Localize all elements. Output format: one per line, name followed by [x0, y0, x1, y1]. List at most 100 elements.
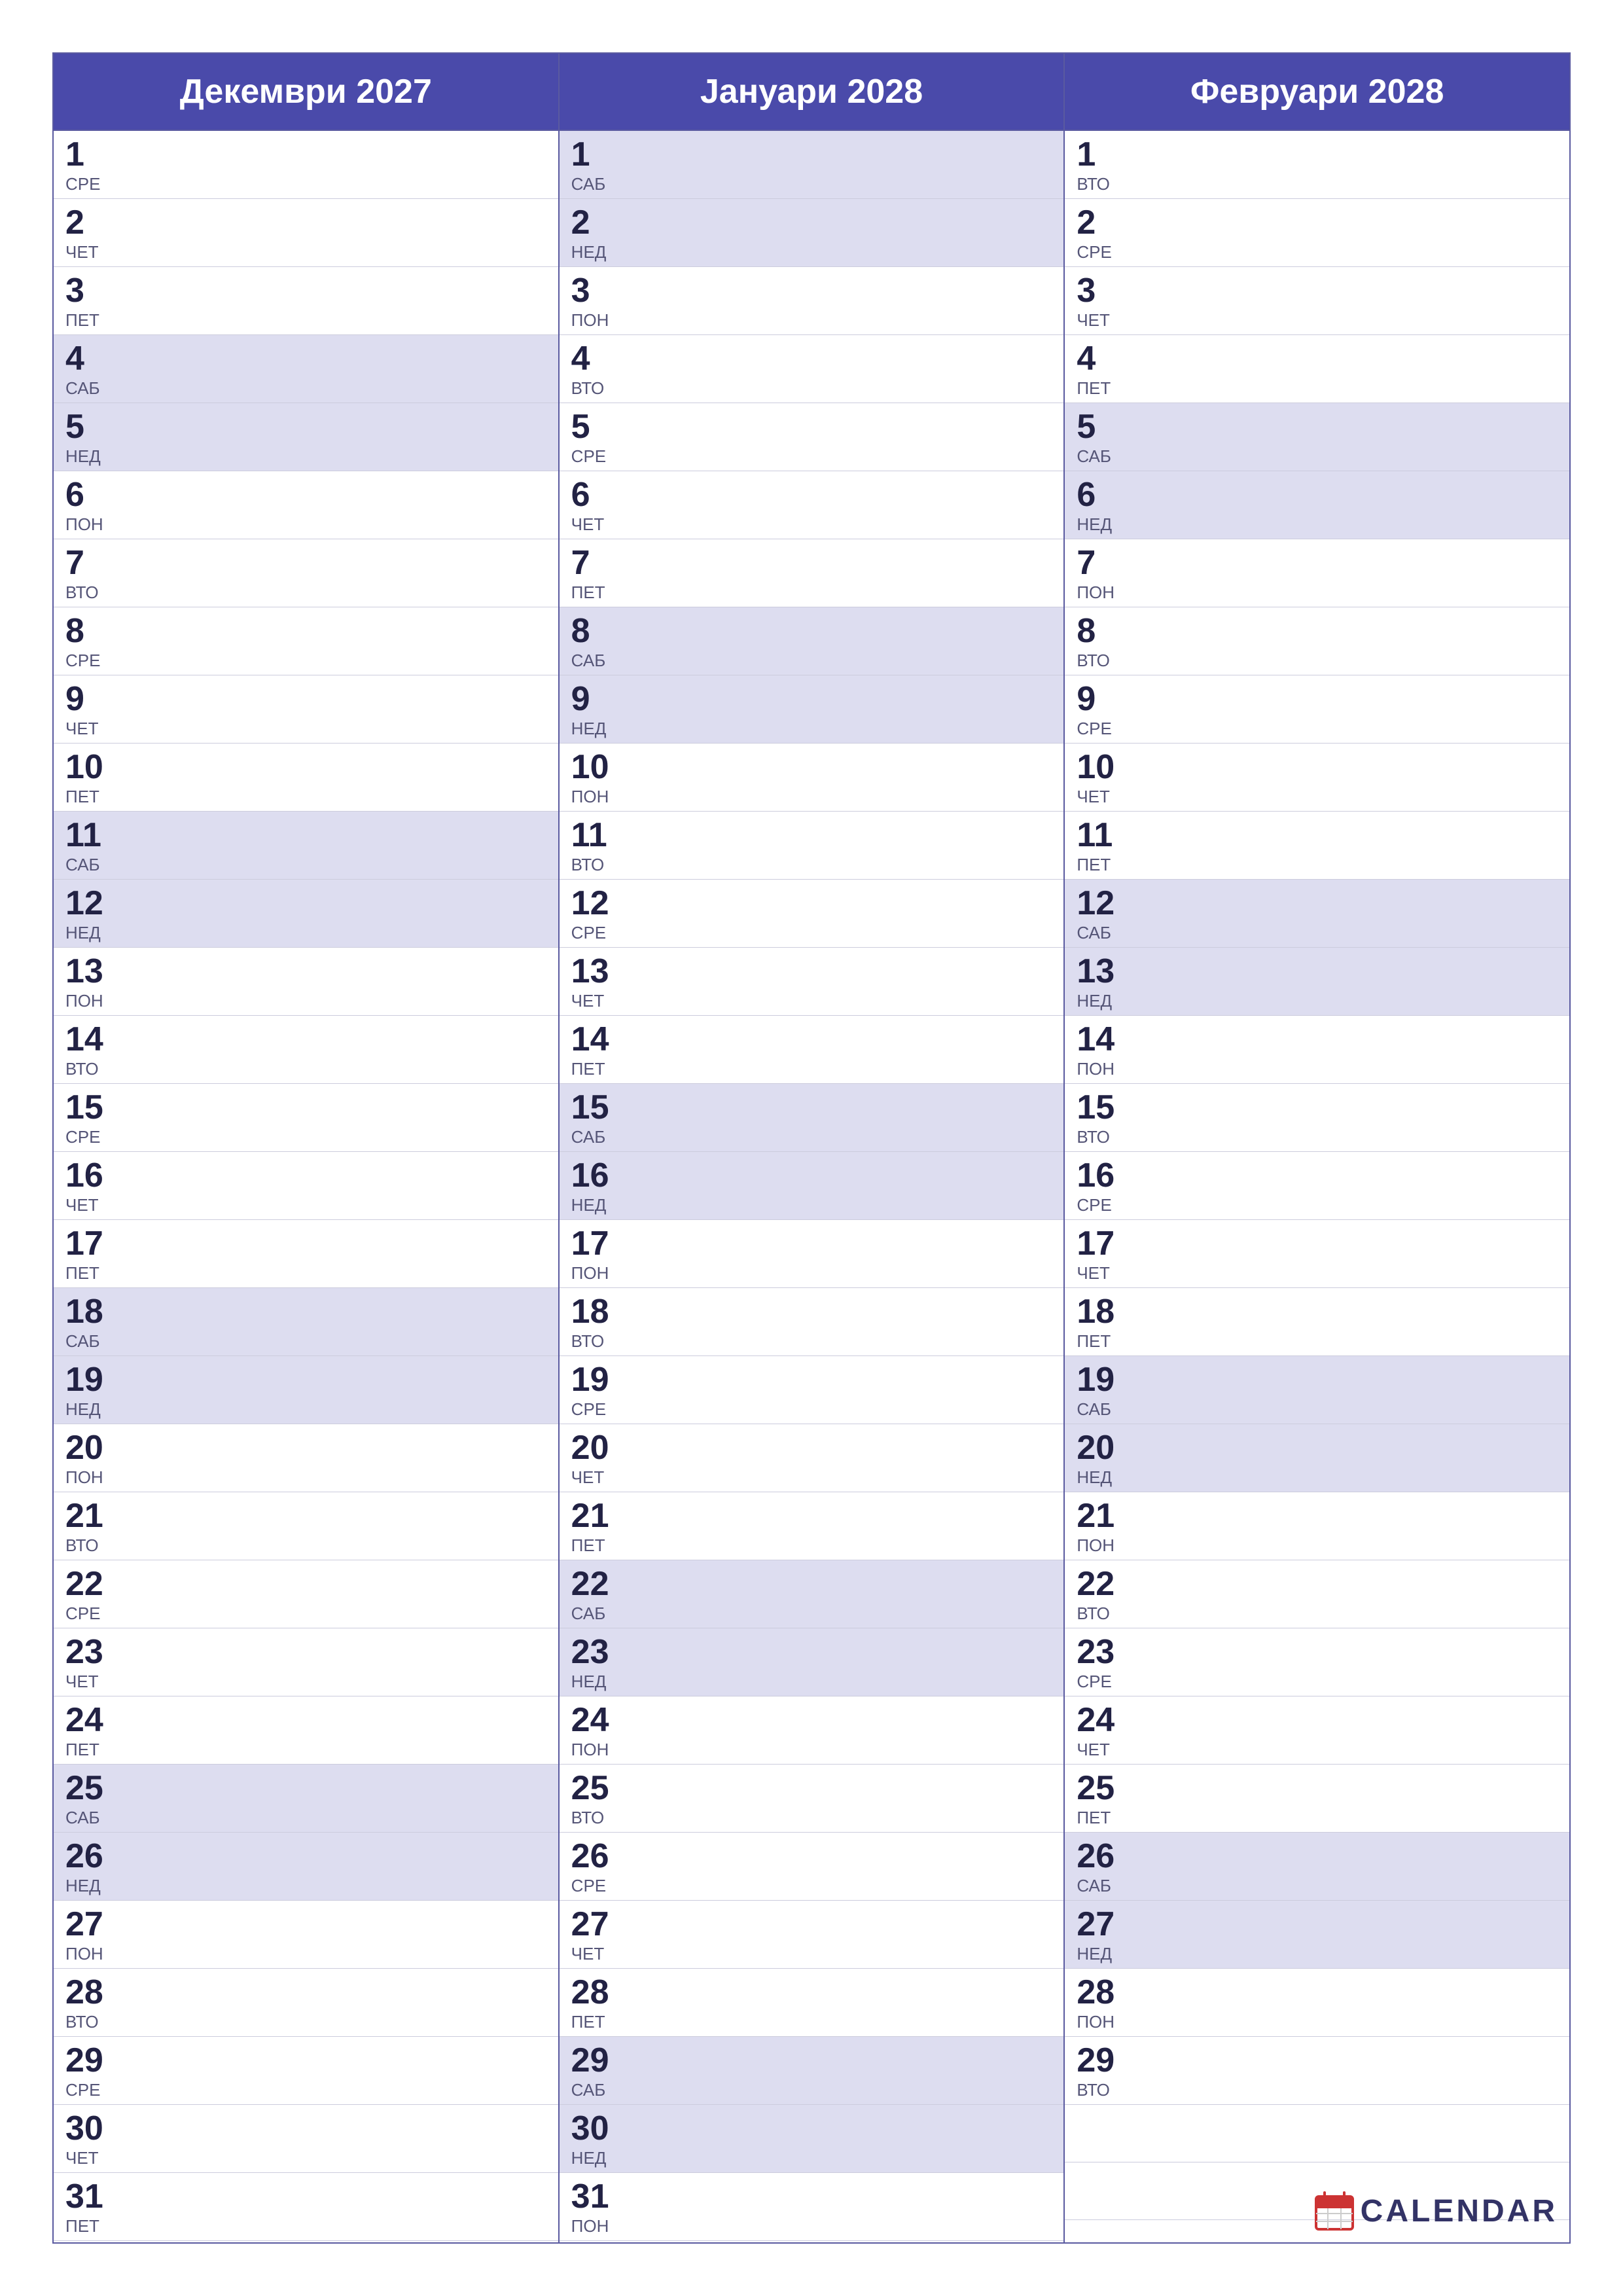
day-info: 1СРЕ: [65, 137, 111, 194]
day-row: 18ВТО: [560, 1288, 1064, 1356]
day-number: 14: [1077, 1022, 1122, 1056]
day-row: 17ПОН: [560, 1220, 1064, 1288]
day-info: 6НЕД: [1077, 478, 1122, 535]
day-info: 2ЧЕТ: [65, 206, 111, 262]
day-info: 23СРЕ: [1077, 1635, 1122, 1692]
day-name: НЕД: [1077, 991, 1122, 1011]
day-name: ВТО: [1077, 1604, 1122, 1624]
day-info: 2СРЕ: [1077, 206, 1122, 262]
day-name: ВТО: [65, 1059, 111, 1079]
day-name: ВТО: [571, 1808, 617, 1828]
day-number: 14: [571, 1022, 617, 1056]
day-number: 30: [571, 2111, 617, 2145]
day-number: 7: [65, 546, 111, 580]
day-name: ПЕТ: [65, 1740, 111, 1760]
day-row: 4ВТО: [560, 335, 1064, 403]
day-info: 30ЧЕТ: [65, 2111, 111, 2168]
day-name: ПЕТ: [65, 787, 111, 807]
day-info: 28ВТО: [65, 1975, 111, 2032]
day-name: САБ: [65, 1331, 111, 1352]
day-row: 26НЕД: [54, 1833, 558, 1901]
day-row: 9СРЕ: [1065, 675, 1569, 744]
day-name: ПОН: [1077, 583, 1122, 603]
day-info: 27ЧЕТ: [571, 1907, 617, 1964]
day-info: 14ВТО: [65, 1022, 111, 1079]
day-name: ПЕТ: [1077, 1808, 1122, 1828]
day-number: 18: [571, 1295, 617, 1329]
day-number: 9: [1077, 682, 1122, 716]
day-info: 22СРЕ: [65, 1567, 111, 1624]
day-info: 8САБ: [571, 614, 617, 671]
day-name: НЕД: [65, 446, 111, 467]
day-number: 15: [65, 1090, 111, 1124]
day-name: ВТО: [1077, 174, 1122, 194]
day-number: 27: [571, 1907, 617, 1941]
day-row: 9ЧЕТ: [54, 675, 558, 744]
day-row: 10ПЕТ: [54, 744, 558, 812]
day-number: 6: [1077, 478, 1122, 512]
day-info: 17ПЕТ: [65, 1227, 111, 1283]
day-number: 2: [571, 206, 617, 240]
day-name: ПОН: [65, 1467, 111, 1488]
day-row: 1САБ: [560, 131, 1064, 199]
day-name: САБ: [1077, 1399, 1122, 1420]
day-info: 12НЕД: [65, 886, 111, 943]
day-number: 21: [1077, 1499, 1122, 1533]
day-name: НЕД: [571, 719, 617, 739]
day-number: 5: [65, 410, 111, 444]
day-info: 19НЕД: [65, 1363, 111, 1420]
day-number: 2: [1077, 206, 1122, 240]
day-name: ПОН: [65, 1944, 111, 1964]
day-row: 31ПОН: [560, 2173, 1064, 2241]
day-info: 1САБ: [571, 137, 617, 194]
day-row: 27НЕД: [1065, 1901, 1569, 1969]
day-number: 29: [65, 2043, 111, 2077]
day-row: 9НЕД: [560, 675, 1064, 744]
day-row: 4ПЕТ: [1065, 335, 1569, 403]
day-name: ВТО: [571, 1331, 617, 1352]
day-info: 18ВТО: [571, 1295, 617, 1352]
day-number: 16: [1077, 1158, 1122, 1193]
day-number: 17: [65, 1227, 111, 1261]
day-row: 27ПОН: [54, 1901, 558, 1969]
day-info: 11ПЕТ: [1077, 818, 1122, 875]
day-name: НЕД: [571, 1195, 617, 1215]
day-info: 19САБ: [1077, 1363, 1122, 1420]
day-name: ВТО: [1077, 651, 1122, 671]
day-row: 7ВТО: [54, 539, 558, 607]
day-name: СРЕ: [1077, 1672, 1122, 1692]
day-row: 1ВТО: [1065, 131, 1569, 199]
day-row: 4САБ: [54, 335, 558, 403]
day-row: 29САБ: [560, 2037, 1064, 2105]
day-number: 1: [571, 137, 617, 171]
day-number: 9: [65, 682, 111, 716]
day-number: 31: [571, 2179, 617, 2214]
day-name: ПОН: [571, 310, 617, 331]
day-row: 31ПЕТ: [54, 2173, 558, 2241]
day-name: ПЕТ: [571, 1535, 617, 1556]
day-info: 24ПЕТ: [65, 1703, 111, 1760]
day-name: ЧЕТ: [571, 514, 617, 535]
day-row: 26СРЕ: [560, 1833, 1064, 1901]
day-info: 3ПОН: [571, 274, 617, 331]
day-info: 29СРЕ: [65, 2043, 111, 2100]
day-name: САБ: [65, 378, 111, 399]
day-name: ЧЕТ: [571, 1467, 617, 1488]
day-number: 26: [65, 1839, 111, 1873]
day-name: ПОН: [65, 514, 111, 535]
day-info: 26НЕД: [65, 1839, 111, 1896]
day-row: 2НЕД: [560, 199, 1064, 267]
day-number: 4: [571, 342, 617, 376]
day-number: 18: [1077, 1295, 1122, 1329]
day-row: 14ПЕТ: [560, 1016, 1064, 1084]
day-row: 20ПОН: [54, 1424, 558, 1492]
day-name: НЕД: [571, 2148, 617, 2168]
day-row: 5СРЕ: [560, 403, 1064, 471]
day-info: 4САБ: [65, 342, 111, 399]
day-row: 15ВТО: [1065, 1084, 1569, 1152]
day-info: 14ПЕТ: [571, 1022, 617, 1079]
day-number: 17: [571, 1227, 617, 1261]
day-number: 26: [571, 1839, 617, 1873]
day-info: 19СРЕ: [571, 1363, 617, 1420]
day-info: 7ПЕТ: [571, 546, 617, 603]
